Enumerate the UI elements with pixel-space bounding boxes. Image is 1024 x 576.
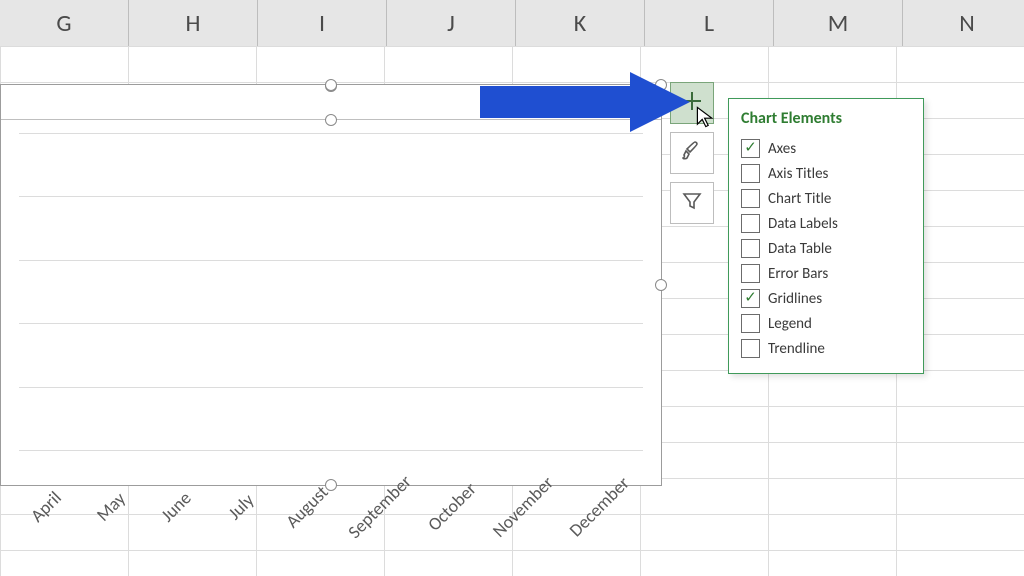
chart-element-option[interactable]: Gridlines — [741, 286, 911, 311]
checkbox-icon[interactable] — [741, 339, 760, 358]
checkbox-icon[interactable] — [741, 289, 760, 308]
checkbox-icon[interactable] — [741, 214, 760, 233]
chart-side-buttons — [670, 82, 714, 224]
plus-icon — [680, 89, 704, 118]
selection-handle[interactable] — [325, 79, 337, 91]
funnel-icon — [680, 189, 704, 218]
checkbox-icon[interactable] — [741, 239, 760, 258]
option-label: Chart Title — [768, 190, 831, 208]
col-header[interactable]: L — [645, 0, 774, 46]
col-header[interactable]: G — [0, 0, 129, 46]
col-header[interactable]: N — [903, 0, 1024, 46]
chart-element-option[interactable]: Legend — [741, 311, 911, 336]
chart-element-option[interactable]: Trendline — [741, 336, 911, 361]
checkbox-icon[interactable] — [741, 139, 760, 158]
selection-handle[interactable] — [655, 79, 667, 91]
col-header[interactable]: H — [129, 0, 258, 46]
spreadsheet-column-headers: G H I J K L M N — [0, 0, 1024, 47]
embedded-chart[interactable]: AprilMayJuneJulyAugustSeptemberOctoberNo… — [0, 84, 662, 486]
selection-handle[interactable] — [325, 114, 337, 126]
chart-filters-button[interactable] — [670, 182, 714, 224]
option-label: Axes — [768, 140, 796, 158]
chart-element-option[interactable]: Data Labels — [741, 211, 911, 236]
chart-element-option[interactable]: Chart Title — [741, 186, 911, 211]
col-header[interactable]: J — [387, 0, 516, 46]
plot-area[interactable] — [19, 133, 643, 451]
paintbrush-icon — [680, 139, 704, 168]
option-label: Data Labels — [768, 215, 838, 233]
option-label: Legend — [768, 315, 812, 333]
option-label: Gridlines — [768, 290, 822, 308]
option-label: Data Table — [768, 240, 832, 258]
option-label: Error Bars — [768, 265, 828, 283]
chart-element-option[interactable]: Axis Titles — [741, 161, 911, 186]
chart-elements-button[interactable] — [670, 82, 714, 124]
col-header[interactable]: I — [258, 0, 387, 46]
checkbox-icon[interactable] — [741, 189, 760, 208]
chart-styles-button[interactable] — [670, 132, 714, 174]
col-header[interactable]: M — [774, 0, 903, 46]
selection-handle[interactable] — [655, 279, 667, 291]
chart-element-option[interactable]: Data Table — [741, 236, 911, 261]
option-label: Axis Titles — [768, 165, 828, 183]
option-label: Trendline — [768, 340, 825, 358]
chart-element-option[interactable]: Axes — [741, 136, 911, 161]
checkbox-icon[interactable] — [741, 264, 760, 283]
popup-title: Chart Elements — [741, 109, 911, 128]
chart-elements-popup: Chart Elements Axes Axis Titles Chart Titl… — [728, 98, 924, 374]
checkbox-icon[interactable] — [741, 164, 760, 183]
gridline — [19, 450, 643, 451]
chart-element-option[interactable]: Error Bars — [741, 261, 911, 286]
checkbox-icon[interactable] — [741, 314, 760, 333]
col-header[interactable]: K — [516, 0, 645, 46]
